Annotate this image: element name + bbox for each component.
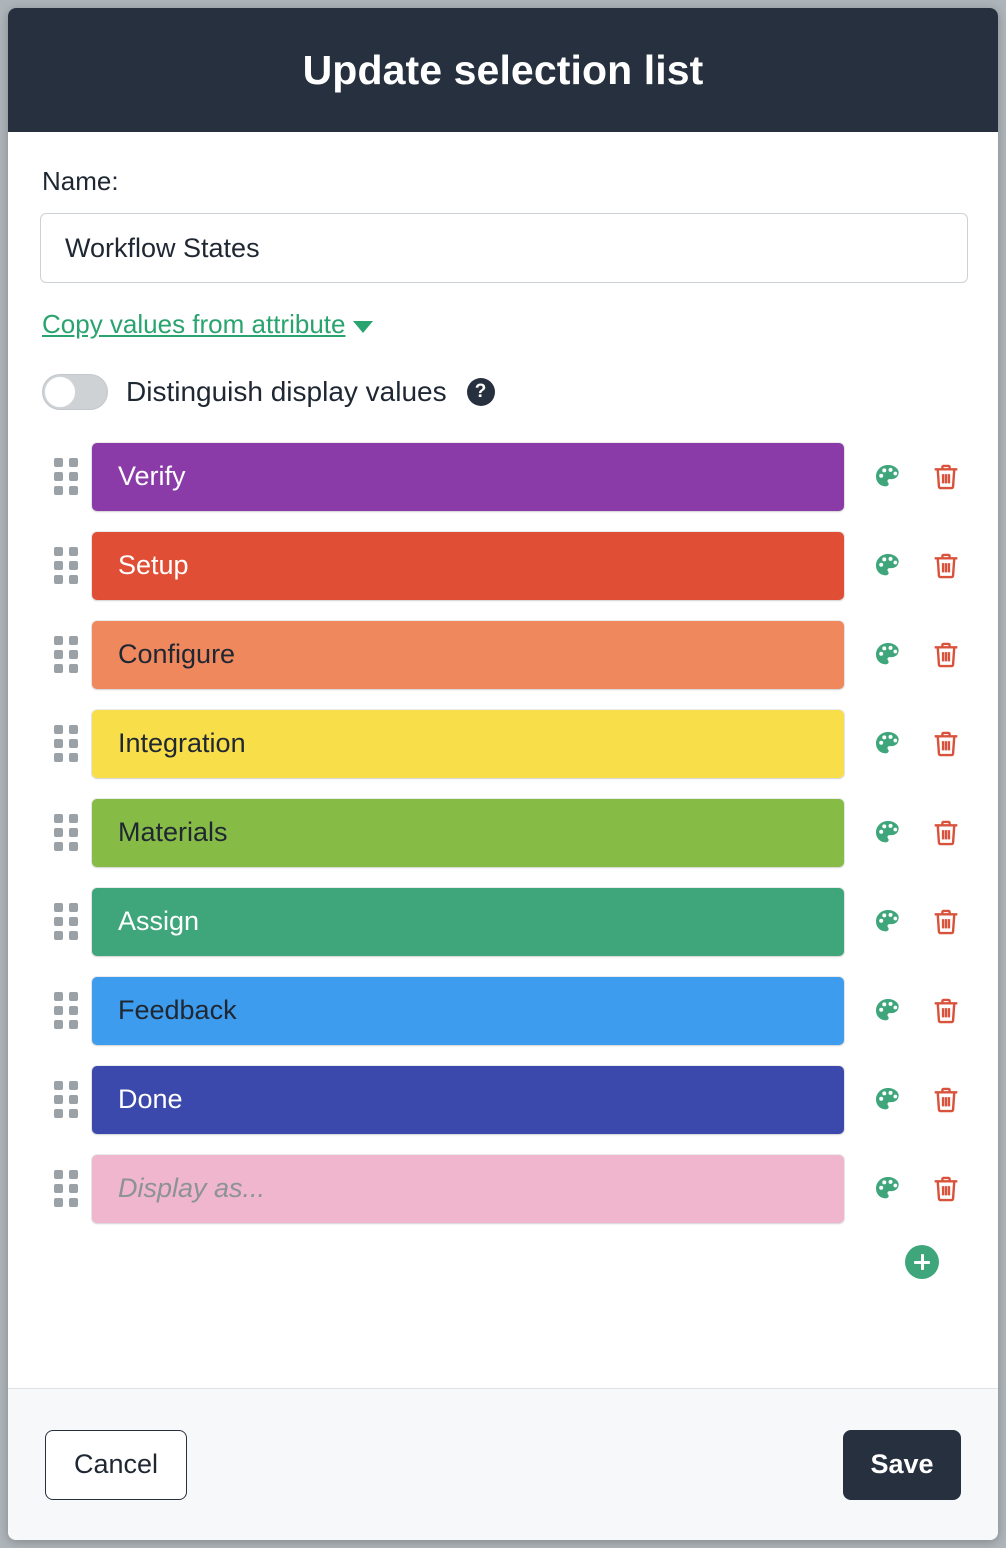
- dialog-body: Name: Copy values from attribute Disting…: [8, 132, 998, 1388]
- drag-handle-icon[interactable]: [40, 903, 92, 940]
- row-actions: [872, 639, 962, 671]
- drag-handle-icon[interactable]: [40, 1170, 92, 1207]
- row-actions: [872, 550, 962, 582]
- drag-handle-icon[interactable]: [40, 458, 92, 495]
- help-icon[interactable]: ?: [466, 378, 495, 406]
- list-item: [40, 699, 966, 788]
- trash-icon[interactable]: [930, 1084, 962, 1116]
- trash-icon[interactable]: [930, 817, 962, 849]
- palette-icon[interactable]: [872, 550, 904, 582]
- add-row: [40, 1245, 966, 1279]
- list-item: [40, 1055, 966, 1144]
- cancel-button[interactable]: Cancel: [45, 1429, 188, 1500]
- row-actions: [872, 1173, 962, 1205]
- drag-handle-icon[interactable]: [40, 547, 92, 584]
- palette-icon[interactable]: [872, 461, 904, 493]
- row-actions: [872, 1084, 962, 1116]
- value-input[interactable]: [92, 442, 844, 511]
- value-input[interactable]: [92, 709, 844, 778]
- value-input[interactable]: [92, 1065, 844, 1134]
- new-value-input[interactable]: [92, 1154, 844, 1223]
- row-actions: [872, 906, 962, 938]
- palette-icon[interactable]: [872, 1084, 904, 1116]
- palette-icon[interactable]: [872, 639, 904, 671]
- update-selection-list-dialog: Update selection list Name: Copy values …: [8, 8, 998, 1540]
- copy-values-from-attribute-button[interactable]: Copy values from attribute: [42, 309, 374, 340]
- trash-icon[interactable]: [930, 995, 962, 1027]
- add-value-button[interactable]: [905, 1245, 939, 1279]
- palette-icon[interactable]: [872, 817, 904, 849]
- trash-icon[interactable]: [930, 461, 962, 493]
- drag-handle-icon[interactable]: [40, 725, 92, 762]
- dialog-header: Update selection list: [8, 8, 998, 132]
- list-item: [40, 788, 966, 877]
- trash-icon[interactable]: [930, 906, 962, 938]
- row-actions: [872, 817, 962, 849]
- dialog-footer: Cancel Save: [8, 1388, 998, 1540]
- distinguish-display-values-label: Distinguish display values: [126, 376, 447, 407]
- drag-handle-icon[interactable]: [40, 1081, 92, 1118]
- value-input[interactable]: [92, 976, 844, 1045]
- palette-icon[interactable]: [872, 995, 904, 1027]
- value-input[interactable]: [92, 620, 844, 689]
- name-input[interactable]: [40, 213, 968, 283]
- distinguish-display-values-toggle[interactable]: [42, 374, 108, 410]
- trash-icon[interactable]: [930, 1173, 962, 1205]
- row-actions: [872, 728, 962, 760]
- list-item: [40, 1144, 966, 1233]
- distinguish-display-values-row: Distinguish display values ?: [42, 374, 966, 410]
- row-actions: [872, 461, 962, 493]
- drag-handle-icon[interactable]: [40, 992, 92, 1029]
- chevron-down-icon: [353, 320, 374, 333]
- list-item: [40, 966, 966, 1055]
- value-input[interactable]: [92, 531, 844, 600]
- value-input[interactable]: [92, 798, 844, 867]
- page-title: Update selection list: [302, 46, 704, 93]
- list-item: [40, 521, 966, 610]
- selection-value-list: [40, 432, 966, 1279]
- list-item: [40, 432, 966, 521]
- trash-icon[interactable]: [930, 639, 962, 671]
- toggle-knob: [44, 376, 76, 408]
- save-button[interactable]: Save: [843, 1429, 961, 1500]
- drag-handle-icon[interactable]: [40, 814, 92, 851]
- value-input[interactable]: [92, 887, 844, 956]
- row-actions: [872, 995, 962, 1027]
- name-label: Name:: [42, 166, 119, 196]
- palette-icon[interactable]: [872, 728, 904, 760]
- list-item: [40, 610, 966, 699]
- drag-handle-icon[interactable]: [40, 636, 92, 673]
- palette-icon[interactable]: [872, 906, 904, 938]
- trash-icon[interactable]: [930, 550, 962, 582]
- palette-icon[interactable]: [872, 1173, 904, 1205]
- list-item: [40, 877, 966, 966]
- copy-values-from-attribute-label: Copy values from attribute: [42, 309, 346, 339]
- trash-icon[interactable]: [930, 728, 962, 760]
